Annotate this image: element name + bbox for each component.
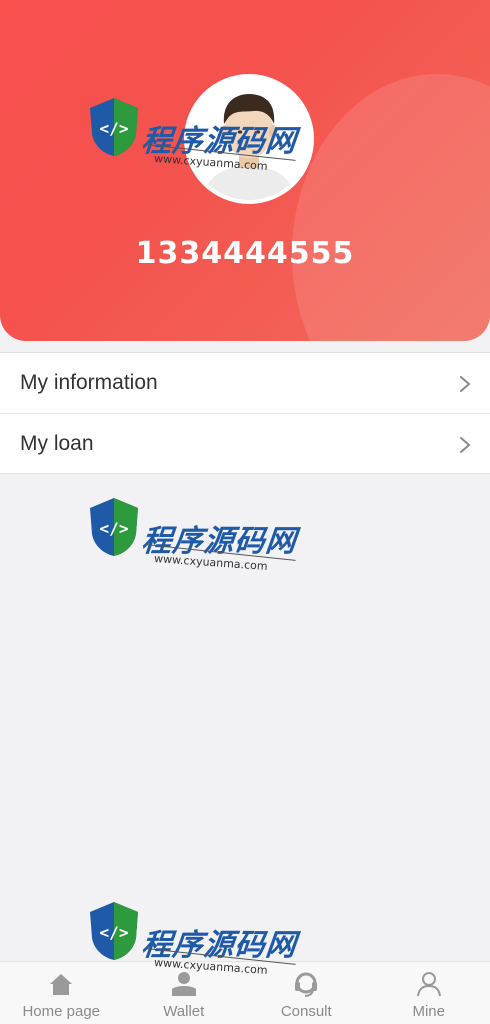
menu-item-my-information[interactable]: My information <box>0 353 490 413</box>
menu-item-label: My loan <box>20 431 94 455</box>
menu-item-my-loan[interactable]: My loan <box>0 413 490 473</box>
tab-label: Wallet <box>163 1003 205 1020</box>
phone-number: 1334444555 <box>135 236 355 271</box>
watermark-shield-icon: </> <box>90 98 138 156</box>
user-icon <box>416 972 441 997</box>
tab-label: Mine <box>412 1003 445 1020</box>
menu-item-label: My information <box>20 371 158 394</box>
watermark-logo: </> 程序源码网 www.cxyuanma.com <box>86 94 306 194</box>
chevron-right-icon <box>460 376 471 392</box>
tab-label: Consult <box>280 1003 332 1020</box>
tab-label: Home page <box>22 1003 101 1020</box>
watermark-shield-icon: </> <box>90 498 138 556</box>
tab-mine[interactable]: Mine <box>368 962 490 1024</box>
watermark-logo: </> 程序源码网 www.cxyuanma.com <box>86 898 306 998</box>
svg-text:</>: </> <box>100 119 129 138</box>
header-decoration <box>292 74 490 341</box>
svg-text:</>: </> <box>100 923 129 942</box>
watermark-shield-icon: </> <box>90 902 138 960</box>
home-icon <box>50 974 73 995</box>
profile-page: 1334444555 My information My loan </> 程序… <box>0 0 490 1024</box>
chevron-right-icon <box>460 437 471 453</box>
svg-text:</>: </> <box>100 519 129 538</box>
watermark-logo: </> 程序源码网 www.cxyuanma.com <box>86 494 306 594</box>
profile-menu: My information My loan <box>0 352 490 474</box>
